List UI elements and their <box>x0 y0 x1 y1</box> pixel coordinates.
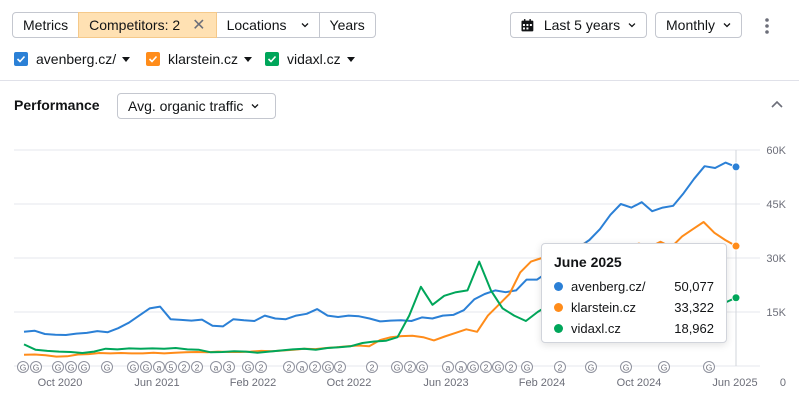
x-tick-label: Oct 2022 <box>327 377 372 389</box>
series-endpoint-2 <box>731 293 741 303</box>
metric-label: Avg. organic traffic <box>128 98 244 114</box>
chevron-down-icon <box>251 104 259 109</box>
close-icon[interactable]: ✕ <box>192 15 205 35</box>
legend-dot <box>554 303 563 312</box>
annotation-label: G <box>104 363 111 373</box>
annotation-label: 2 <box>484 363 489 373</box>
section-divider <box>0 80 799 81</box>
annotation-label: G <box>20 363 27 373</box>
x-tick-label: Feb 2022 <box>230 377 276 389</box>
annotation-label: 2 <box>509 363 514 373</box>
checkbox-checked-icon[interactable] <box>146 52 160 66</box>
annotation-label: G <box>419 363 426 373</box>
annotation-label: a <box>157 363 162 373</box>
annotation-label: 3 <box>227 363 232 373</box>
caret-down-icon[interactable] <box>346 56 355 62</box>
annotation-label: 2 <box>259 363 264 373</box>
x-tick-label: Jun 2021 <box>134 377 179 389</box>
annotation-label: a <box>459 363 464 373</box>
annotation-label: G <box>33 363 40 373</box>
annotation-label: G <box>661 363 668 373</box>
granularity-dropdown[interactable]: Monthly <box>655 12 742 38</box>
x-tick-label: Feb 2024 <box>519 377 565 389</box>
annotation-label: G <box>623 363 630 373</box>
competitor-vidaxl[interactable]: vidaxl.cz <box>265 51 355 67</box>
tooltip-row: vidaxl.cz 18,962 <box>554 318 714 339</box>
chart-tooltip: June 2025 avenberg.cz/ 50,077 klarstein.… <box>541 243 727 343</box>
chevron-up-icon[interactable] <box>770 98 784 112</box>
annotation-label: a <box>214 363 219 373</box>
tab-years[interactable]: Years <box>318 12 376 38</box>
calendar-icon <box>521 18 534 31</box>
y-tick-label: 60K <box>766 145 786 157</box>
annotation-label: G <box>524 363 531 373</box>
caret-down-icon[interactable] <box>244 56 253 62</box>
x-tick-label: Oct 2020 <box>38 377 83 389</box>
chevron-down-icon <box>301 23 308 28</box>
annotation-label: a <box>300 363 305 373</box>
annotation-label: G <box>81 363 88 373</box>
annotation-label: 5 <box>169 363 174 373</box>
y-tick-label: 30K <box>766 253 786 265</box>
checkbox-checked-icon[interactable] <box>265 52 279 66</box>
annotation-label: 2 <box>370 363 375 373</box>
annotation-label: 2 <box>182 363 187 373</box>
checkbox-checked-icon[interactable] <box>14 52 28 66</box>
annotation-label: 2 <box>195 363 200 373</box>
metric-dropdown[interactable]: Avg. organic traffic <box>117 93 276 119</box>
more-options-icon[interactable] <box>764 17 770 35</box>
tooltip-row: avenberg.cz/ 50,077 <box>554 276 714 297</box>
annotation-label: G <box>325 363 332 373</box>
annotation-label: G <box>143 363 150 373</box>
annotation-label: G <box>245 363 252 373</box>
annotation-label: G <box>130 363 137 373</box>
y-tick-label: 45K <box>766 199 786 211</box>
caret-down-icon[interactable] <box>122 56 131 62</box>
period-dropdown[interactable]: Last 5 years <box>510 12 647 38</box>
annotation-label: G <box>394 363 401 373</box>
series-endpoint-0 <box>731 162 741 172</box>
annotation-label: G <box>470 363 477 373</box>
tooltip-row: klarstein.cz 33,322 <box>554 297 714 318</box>
tooltip-title: June 2025 <box>554 254 622 270</box>
competitor-avenberg[interactable]: avenberg.cz/ <box>14 51 131 67</box>
annotation-label: G <box>68 363 75 373</box>
annotation-label: 2 <box>287 363 292 373</box>
x-tick-label: Oct 2024 <box>617 377 662 389</box>
legend-dot <box>554 324 563 333</box>
tab-metrics[interactable]: Metrics <box>12 12 80 38</box>
tab-locations[interactable]: Locations <box>215 12 320 38</box>
chevron-down-icon <box>628 23 636 28</box>
legend-dot <box>554 282 563 291</box>
annotation-label: G <box>706 363 713 373</box>
y-tick-label: 0 <box>780 377 786 389</box>
chevron-down-icon <box>723 23 731 28</box>
annotation-label: 2 <box>558 363 563 373</box>
period-label: Last 5 years <box>543 17 621 33</box>
performance-title: Performance <box>14 97 100 113</box>
x-tick-label: Jun 2023 <box>423 377 468 389</box>
x-tick-label: Jun 2025 <box>712 377 757 389</box>
y-tick-label: 15K <box>766 307 786 319</box>
annotation-label: G <box>588 363 595 373</box>
series-endpoint-1 <box>731 241 741 251</box>
granularity-label: Monthly <box>666 17 716 33</box>
competitor-klarstein[interactable]: klarstein.cz <box>146 51 253 67</box>
annotation-label: G <box>55 363 62 373</box>
annotation-label: 2 <box>338 363 343 373</box>
annotation-label: 2 <box>408 363 413 373</box>
annotation-label: G <box>495 363 502 373</box>
tab-competitors[interactable]: Competitors: 2 ✕ <box>78 12 217 38</box>
annotation-label: a <box>446 363 451 373</box>
toolbar-tabs: Metrics Competitors: 2 ✕ Locations Years <box>12 12 376 38</box>
annotation-label: 2 <box>313 363 318 373</box>
